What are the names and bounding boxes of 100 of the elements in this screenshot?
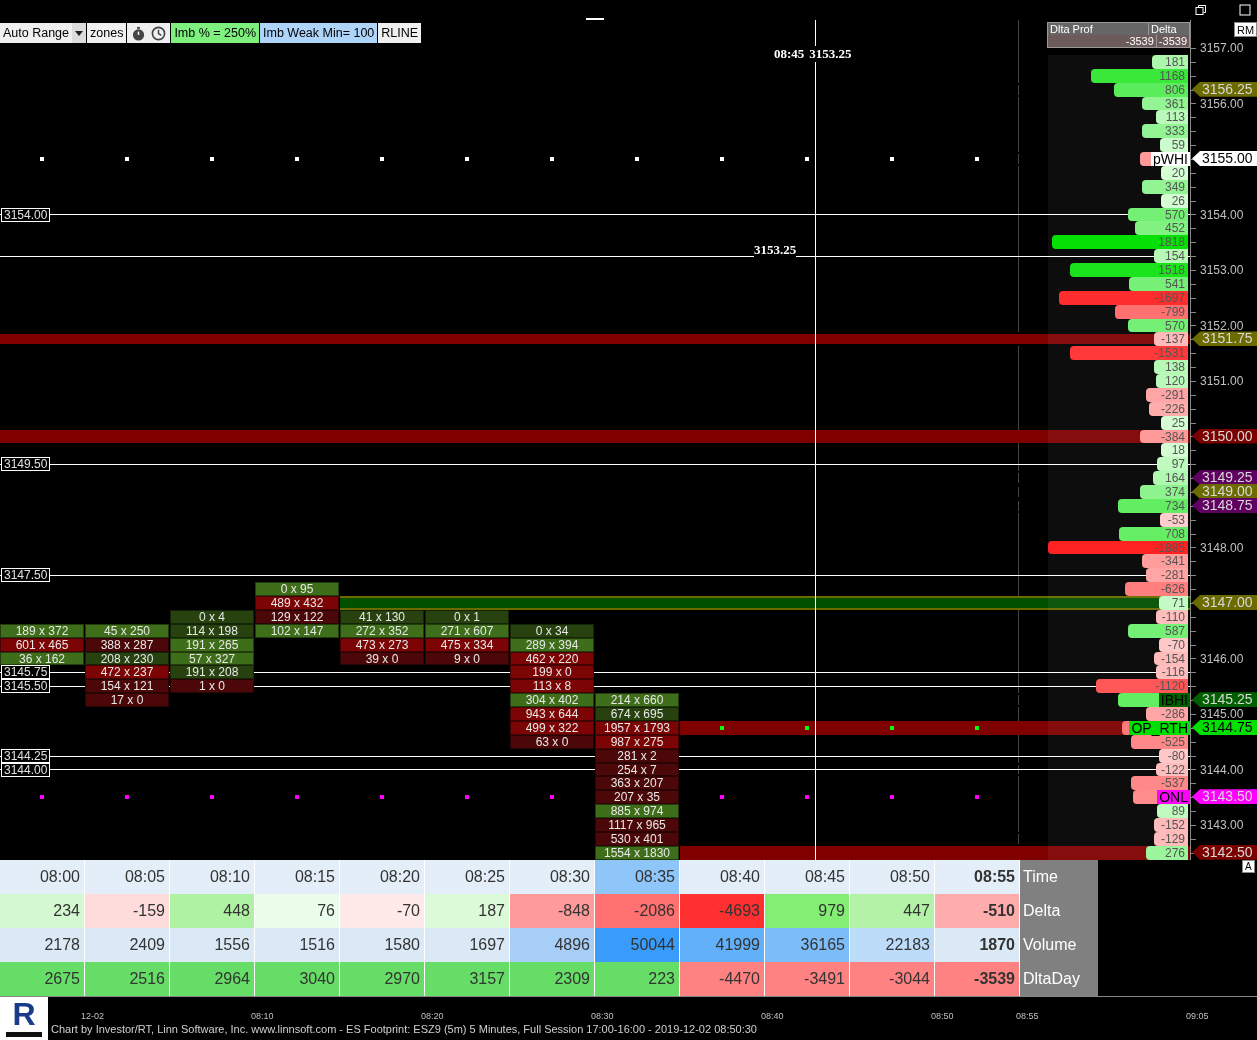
delta-profile-bar: 181 <box>1151 54 1188 69</box>
window-handle-mark <box>586 18 604 20</box>
time-axis-label: 12-02 <box>81 1011 105 1021</box>
crosshair-price-label: 3153.25 <box>809 46 852 62</box>
delta-profile-bar: 333 <box>1141 124 1188 139</box>
stopwatch-icon[interactable] <box>131 25 147 41</box>
price-level-label: 3145.50 <box>1 679 51 694</box>
price-axis-label: 3157.00 <box>1200 42 1244 55</box>
data-table-cell: 08:45 <box>765 860 850 894</box>
delta-profile-bar: -137 <box>1154 332 1188 347</box>
time-axis-label: 08:20 <box>421 1011 444 1021</box>
price-axis-label: 3153.00 <box>1200 264 1244 277</box>
maximize-window-icon[interactable] <box>1239 4 1251 16</box>
data-table-cell: -510 <box>935 894 1020 928</box>
delta-profile-bar: 452 <box>1134 221 1188 236</box>
price-axis-label: 3156.00 <box>1200 97 1244 111</box>
delta-profile-bar: 374 <box>1140 485 1188 499</box>
data-table-cell: 1580 <box>340 928 425 962</box>
price-marker: 3155.00 <box>1192 151 1257 166</box>
delta-profile-bar: 71 <box>1158 596 1188 610</box>
delta-profile-bar: -626 <box>1125 582 1188 596</box>
price-axis-label: 3145.00 <box>1200 708 1244 721</box>
crosshair-time-label: 08:45 <box>774 46 805 62</box>
data-table-cell: 08:20 <box>340 860 425 894</box>
delta-profile-bar: 708 <box>1119 526 1188 541</box>
imbalance-weak-button[interactable]: Imb Weak Min= 100 <box>260 23 378 43</box>
data-table-cell: -3044 <box>850 962 935 996</box>
data-table-cell: 08:25 <box>425 860 510 894</box>
delta-profile-bar: 1168 <box>1091 68 1188 83</box>
rm-button[interactable]: RM <box>1234 22 1257 37</box>
data-table-cell: 08:40 <box>680 860 765 894</box>
price-marker: 3150.00 <box>1192 428 1257 444</box>
row-label: Volume <box>1020 928 1098 962</box>
range-dropdown[interactable]: Auto Range <box>0 23 87 43</box>
delta-profile-bar: -116 <box>1155 665 1188 680</box>
price-axis-label: 3146.00 <box>1200 652 1244 666</box>
time-axis-label: 08:10 <box>251 1011 274 1021</box>
data-table-cell: 223 <box>595 962 680 996</box>
logo: R <box>0 997 48 1040</box>
data-table-cell: 2178 <box>0 928 85 962</box>
price-level-label: 3149.50 <box>1 457 51 472</box>
delta-profile-bar: -1531 <box>1070 346 1188 361</box>
imbalance-button[interactable]: Imb % = 250% <box>171 23 260 43</box>
footprint-cell: 191 x 208 <box>170 665 254 680</box>
data-table-cell: 2675 <box>0 962 85 996</box>
footprint-cell: 199 x 0 <box>510 665 594 680</box>
delta-profile-bar: 1518 <box>1070 263 1188 277</box>
footprint-cell: 472 x 237 <box>85 665 169 680</box>
data-table-cell: 08:50 <box>850 860 935 894</box>
delta-profile-bar: -384 <box>1140 429 1188 444</box>
data-table-cell: -848 <box>510 894 595 928</box>
delta-profile-bar: 154 <box>1154 249 1188 263</box>
data-table-cell: 41999 <box>680 928 765 962</box>
price-marker: 3145.25 <box>1192 692 1257 708</box>
profile-total-value: -3539 <box>1055 35 1157 47</box>
footprint-cell: 113 x 8 <box>510 679 594 694</box>
data-table-cell: -3491 <box>765 962 850 996</box>
footprint-cell: 17 x 0 <box>85 693 169 707</box>
data-table-cell: 50044 <box>595 928 680 962</box>
data-table-cell: 2964 <box>170 962 255 996</box>
delta-profile-bar: 164 <box>1153 471 1188 485</box>
footprint-cell: 214 x 660 <box>595 693 679 707</box>
data-table-cell: -4470 <box>680 962 765 996</box>
data-table-cell: 08:10 <box>170 860 255 894</box>
clock-icon[interactable] <box>151 25 167 41</box>
row-label: Delta <box>1020 894 1098 928</box>
footprint-cell: 189 x 372 <box>0 623 84 638</box>
delta-profile-bar: 1818 <box>1052 235 1188 250</box>
data-table-cell: 22183 <box>850 928 935 962</box>
data-table-cell: -159 <box>85 894 170 928</box>
price-axis-label: 3151.00 <box>1200 375 1244 388</box>
footprint-cell: 1117 x 965 <box>595 818 679 832</box>
level-tag: ONL <box>1157 790 1190 805</box>
delta-profile-bar: -291 <box>1146 387 1188 402</box>
footprint-cell: 885 x 974 <box>595 804 679 818</box>
delta-profile-bar: 113 <box>1155 110 1188 125</box>
data-table-cell: 448 <box>170 894 255 928</box>
data-table-cell: -4693 <box>680 894 765 928</box>
data-table-cell: 4896 <box>510 928 595 962</box>
time-axis-label: 09:05 <box>1186 1011 1209 1021</box>
footprint-cell: 154 x 121 <box>85 679 169 694</box>
data-table-cell: 1697 <box>425 928 510 962</box>
a-button[interactable]: A <box>1242 860 1255 873</box>
data-table-cell: -2086 <box>595 894 680 928</box>
footprint-cell: 674 x 695 <box>595 707 679 721</box>
price-axis-label: 3144.00 <box>1200 763 1244 777</box>
price-marker: 3144.75 <box>1192 719 1257 735</box>
data-table-cell: 1556 <box>170 928 255 962</box>
data-table-cell: 08:35 <box>595 860 680 894</box>
data-table-cell: 08:00 <box>0 860 85 894</box>
delta-profile-bar: 120 <box>1155 374 1188 388</box>
rline-button[interactable]: RLINE <box>378 23 422 43</box>
delta-profile-bar: -1885 <box>1048 540 1188 555</box>
data-table-cell: 3040 <box>255 962 340 996</box>
price-axis-label: 3143.00 <box>1200 819 1244 832</box>
zones-button[interactable]: zones <box>87 23 127 43</box>
price-axis-label: 3152.00 <box>1200 319 1244 333</box>
footprint-cell: 304 x 402 <box>510 693 594 707</box>
time-axis-label: 08:55 <box>1016 1011 1039 1021</box>
restore-window-icon[interactable] <box>1195 4 1207 16</box>
